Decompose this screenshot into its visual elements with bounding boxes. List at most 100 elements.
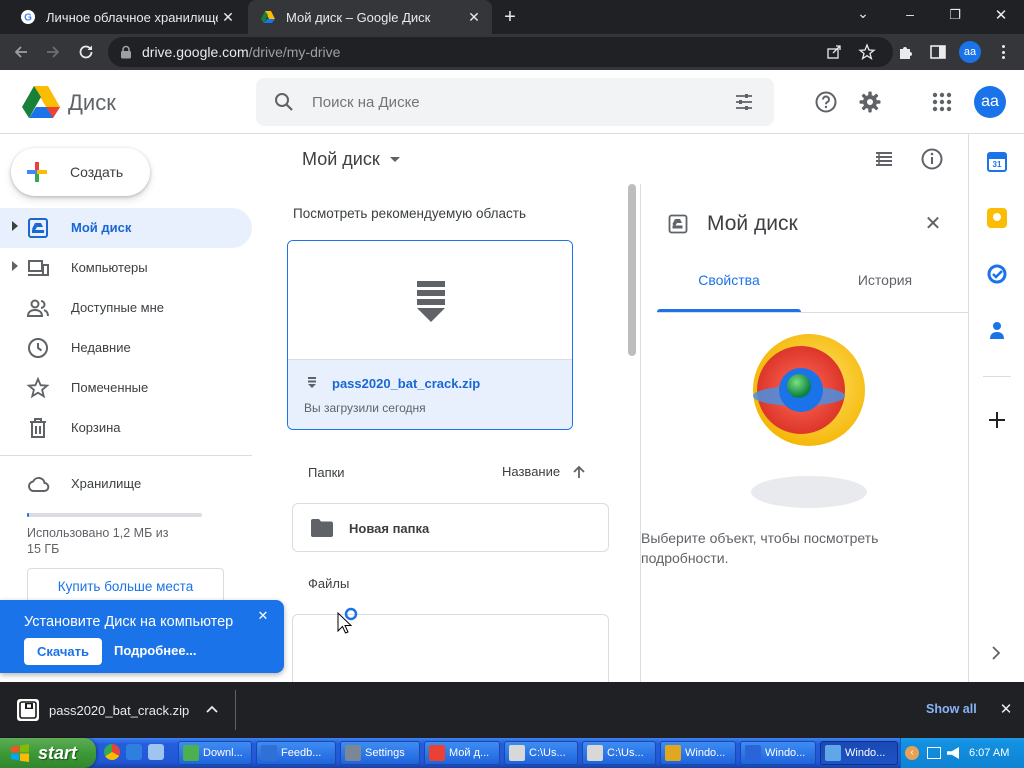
sidebar-item-trash[interactable]: Корзина [0,408,252,448]
apps-grid-icon [932,92,952,112]
search-bar[interactable] [256,78,774,126]
keep-bulb [993,213,1001,221]
taskbar-item-explorer-2[interactable]: C:\Us... [582,741,656,765]
chevron-right-icon[interactable] [991,646,1001,660]
task-label: C:\Us... [607,747,644,759]
forward-arrow-icon[interactable] [44,43,62,61]
reload-icon[interactable] [77,43,95,61]
contacts-app-icon[interactable] [987,320,1007,340]
my-drive-icon [668,214,688,234]
new-tab-button[interactable]: + [500,6,520,28]
expand-caret-icon[interactable] [12,261,18,271]
close-shelf-icon[interactable]: ✕ [998,700,1014,718]
empty-state-illustration [751,334,867,508]
expand-caret-icon[interactable] [12,221,18,231]
share-icon[interactable] [826,44,842,60]
buy-storage-button[interactable]: Купить больше места [27,568,224,604]
close-icon[interactable]: ✕ [256,608,270,624]
main-scrollbar-thumb[interactable] [628,184,636,356]
install-drive-banner: Установите Диск на компьютер ✕ Скачать П… [0,600,284,673]
taskbar-item-windows-1[interactable]: Windo... [660,741,736,765]
extensions-puzzle-icon[interactable] [897,43,915,61]
tab-history[interactable]: История [811,272,959,312]
close-details-icon[interactable]: ✕ [922,213,944,235]
download-drive-button[interactable]: Скачать [24,638,102,665]
browser-menu-icon[interactable] [994,43,1012,61]
lock-icon[interactable] [120,45,132,59]
taskbar-item-explorer-1[interactable]: C:\Us... [504,741,578,765]
minimize-window-icon[interactable]: – [900,6,920,22]
address-bar[interactable]: drive.google.com /drive/my-drive [108,37,893,67]
tab-properties[interactable]: Свойства [657,272,801,312]
help-button[interactable] [806,82,846,122]
sort-by-name-button[interactable]: Название [502,464,586,479]
sidebar-item-starred[interactable]: Помеченные [0,368,252,408]
tray-clock[interactable]: 6:07 AM [969,747,1009,759]
search-input[interactable] [312,90,712,114]
bookmark-star-icon[interactable] [858,43,876,61]
tasks-app-icon[interactable] [987,264,1007,284]
side-panel-icon[interactable] [929,43,947,61]
close-tab-icon[interactable]: ✕ [220,9,236,25]
suggested-heading: Посмотреть рекомендуемую область [293,206,527,221]
search-options-sliders-icon[interactable] [734,92,754,112]
close-tab-icon[interactable]: ✕ [466,9,482,25]
taskbar-item-feedback[interactable]: Feedb... [256,741,336,765]
sidebar-item-label: Помеченные [71,380,149,395]
drive-logo-icon[interactable] [22,85,60,119]
start-label: start [38,742,78,763]
restore-window-icon[interactable]: ❐ [945,7,965,23]
sidebar-item-my-drive[interactable]: Мой диск [0,208,252,248]
keep-app-icon[interactable] [987,208,1007,228]
taskbar-item-downloads[interactable]: Downl... [178,741,252,765]
taskbar-item-chrome[interactable]: Мой д... [424,741,500,765]
download-item[interactable]: pass2020_bat_crack.zip [8,690,232,730]
ie-quicklaunch-icon[interactable] [126,744,142,760]
sidebar-item-computers[interactable]: Компьютеры [0,248,252,288]
suggested-file-card[interactable]: pass2020_bat_crack.zip Вы загрузили сего… [287,240,573,430]
sidebar-item-shared-with-me[interactable]: Доступные мне [0,288,252,328]
sidebar-item-storage[interactable]: Хранилище [0,464,252,504]
sidebar-divider [0,455,252,456]
sidebar-item-recent[interactable]: Недавние [0,328,252,368]
desktop-quicklaunch-icon[interactable] [148,744,164,760]
apps-launcher-button[interactable] [922,82,962,122]
taskbar-item-windows-security[interactable]: Windo... [740,741,816,765]
chevron-up-icon[interactable] [206,705,218,713]
back-arrow-icon[interactable] [12,43,30,61]
show-all-downloads-button[interactable]: Show all [926,702,977,716]
task-label: Downl... [203,747,243,759]
chrome-quicklaunch-icon[interactable] [104,744,120,760]
close-window-icon[interactable]: ✕ [991,6,1011,24]
gear-icon [859,91,881,113]
browser-profile-avatar[interactable]: aa [959,41,981,63]
network-icon[interactable] [927,747,941,759]
folder-item[interactable]: Новая папка [292,503,609,552]
search-icon[interactable] [274,92,294,112]
start-button[interactable]: start [0,738,96,768]
task-label: Windo... [845,747,886,759]
create-button[interactable]: Создать [11,148,150,196]
learn-more-link[interactable]: Подробнее... [114,643,196,658]
task-label: Feedb... [281,747,322,759]
drive-logo-text[interactable]: Диск [68,90,116,116]
rail-divider [983,376,1011,377]
taskbar-item-windows-active[interactable]: Windo... [820,741,898,765]
tab-personal-cloud-storage[interactable]: G Личное облачное хранилище и ✕ [8,0,246,34]
volume-icon[interactable] [947,747,959,759]
tray-expand-chevron-icon[interactable]: ‹ [905,746,919,760]
suggested-file-subtitle: Вы загрузили сегодня [304,401,426,415]
settings-button[interactable] [850,82,890,122]
account-avatar[interactable]: aa [974,86,1006,118]
storage-usage-line2: 15 ГБ [27,542,60,556]
my-drive-icon [28,218,48,238]
add-addon-plus-icon[interactable] [988,411,1006,429]
list-view-icon[interactable] [874,150,894,168]
tab-my-drive[interactable]: Мой диск – Google Диск ✕ [248,0,492,34]
settings-gear-icon [345,745,361,761]
shelf-divider [235,690,236,730]
tab-search-chevron-icon[interactable]: ⌄ [853,5,873,22]
info-icon[interactable] [921,148,943,170]
taskbar-item-settings[interactable]: Settings [340,741,420,765]
calendar-app-icon[interactable]: 31 [987,152,1007,172]
